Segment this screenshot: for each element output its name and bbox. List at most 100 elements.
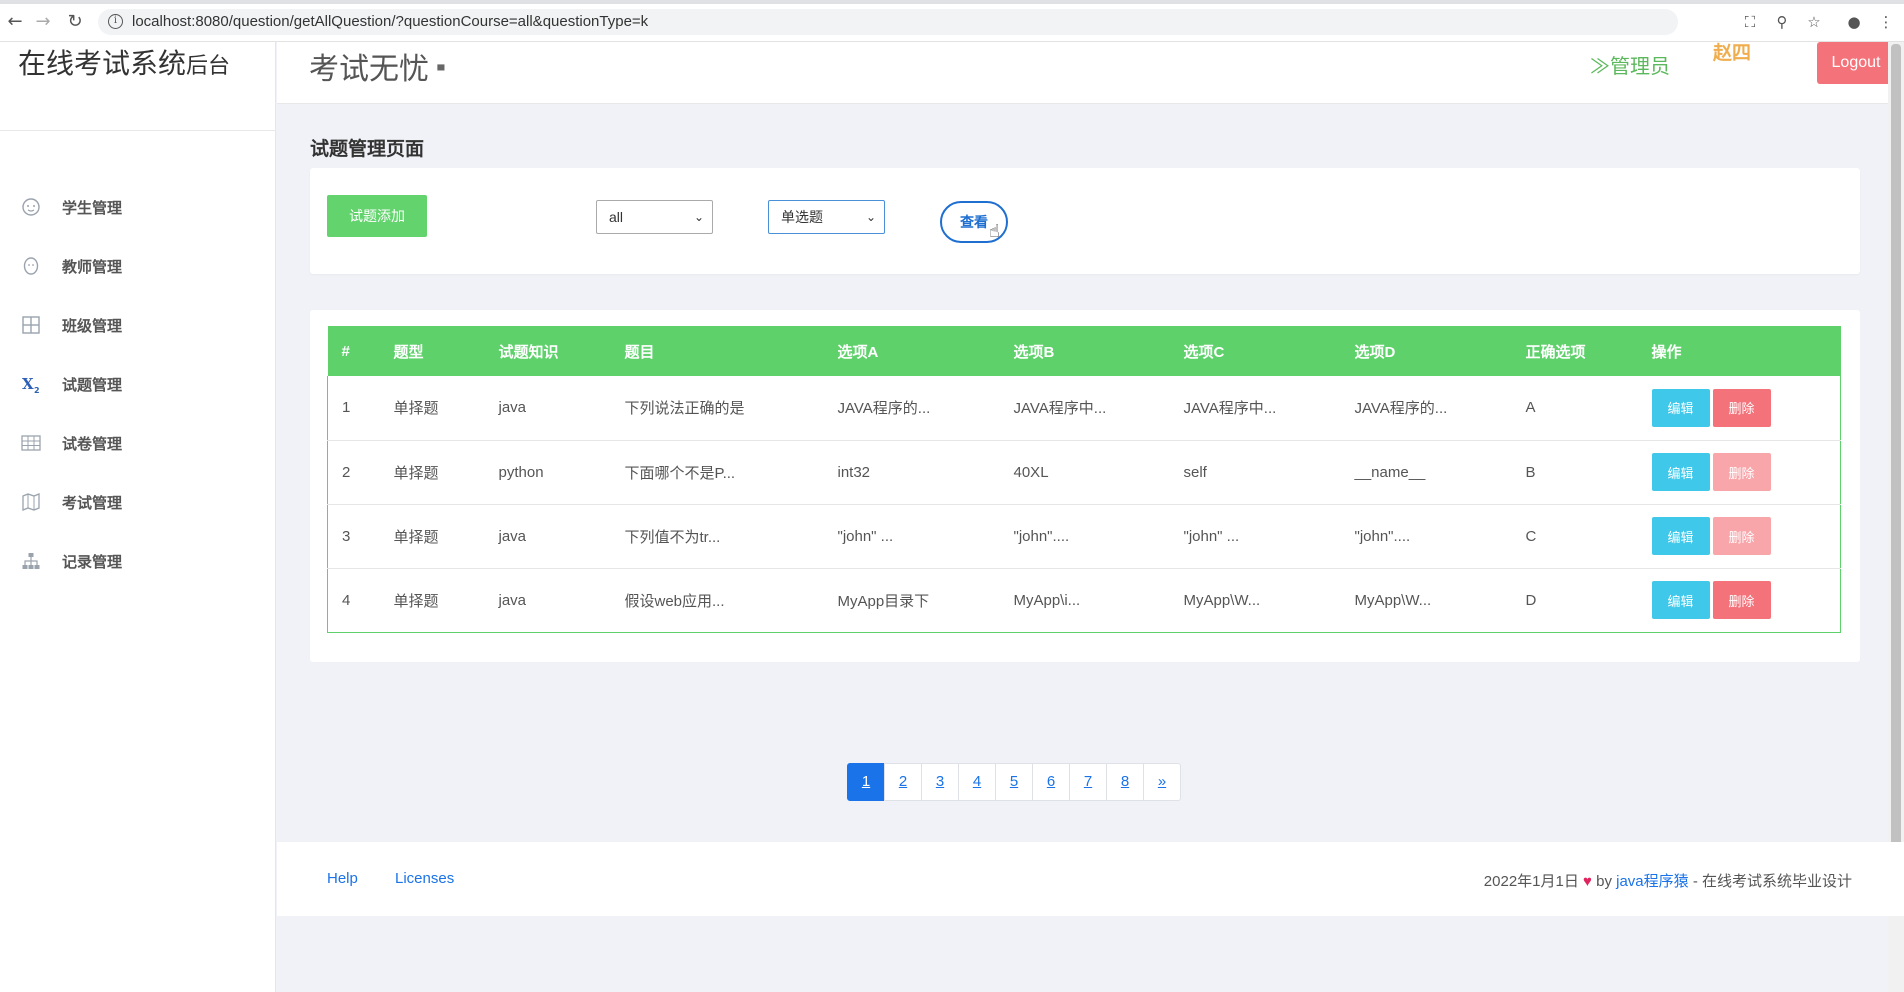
table-header-row: # 题型 试题知识 题目 选项A 选项B 选项C 选项D 正确选项 操作 (327, 326, 1841, 376)
add-question-button[interactable]: 试题添加 (327, 195, 427, 237)
sidebar-item-students[interactable]: 学生管理 (0, 187, 276, 227)
column-header: 选项D (1354, 343, 1396, 361)
page-link-6[interactable]: 6 (1032, 763, 1070, 801)
table-row: 1 单择题 java 下列说法正确的是 JAVA程序的... JAVA程序中..… (327, 376, 1841, 440)
column-header: 正确选项 (1525, 343, 1586, 361)
sidebar-item-exams[interactable]: 考试管理 (0, 482, 276, 522)
sidebar-item-records[interactable]: 记录管理 (0, 541, 276, 581)
edit-button[interactable]: 编辑 (1651, 517, 1710, 555)
cell-option-c: "john" ... (1183, 527, 1240, 545)
translate-icon[interactable]: ⛶ (1740, 12, 1760, 32)
cell-answer: C (1525, 527, 1537, 545)
cell-answer: D (1525, 591, 1537, 609)
cell-actions: 编辑 删除 (1638, 376, 1841, 440)
site-title: 考试无忧 ▀ (309, 53, 445, 86)
edit-button[interactable]: 编辑 (1651, 453, 1710, 491)
sidebar-item-papers[interactable]: 试卷管理 (0, 423, 276, 463)
browser-toolbar: ← → ↻ i localhost:8080/question/getAllQu… (0, 0, 1904, 42)
column-header: 选项A (837, 343, 879, 361)
bookmark-star-icon[interactable]: ☆ (1804, 12, 1824, 32)
admin-link[interactable]: ≫管理员 (1590, 50, 1670, 79)
menu-kebab-icon[interactable]: ⋮ (1876, 12, 1896, 32)
edit-button[interactable]: 编辑 (1651, 581, 1710, 619)
sidebar-item-classes[interactable]: 班级管理 (0, 305, 276, 345)
column-header: 题目 (624, 343, 655, 361)
back-icon[interactable]: ← (4, 11, 26, 33)
page-link-1[interactable]: 1 (847, 763, 885, 801)
delete-button[interactable]: 删除 (1712, 388, 1771, 427)
column-header: 选项B (1013, 343, 1055, 361)
delete-button[interactable]: 删除 (1712, 581, 1771, 619)
licenses-link[interactable]: Licenses (395, 870, 454, 887)
cell-option-d: JAVA程序的... (1354, 400, 1448, 418)
cell-type: 单择题 (393, 464, 439, 482)
cell-option-a: "john" ... (837, 527, 894, 545)
address-bar[interactable]: i localhost:8080/question/getAllQuestion… (98, 9, 1678, 35)
page-link-8[interactable]: 8 (1106, 763, 1144, 801)
svg-text:X: X (22, 375, 34, 393)
delete-button[interactable]: 删除 (1712, 517, 1771, 555)
admin-arrow-icon: ≫ (1590, 56, 1610, 78)
cell-question: 下列值不为tr... (624, 528, 721, 546)
cell-actions: 编辑 删除 (1638, 568, 1841, 632)
sidebar: 在线考试系统后台 学生管理 教师管理 班级管理 X2 试题管理 试卷管理 考试管… (0, 42, 276, 992)
tab-strip (0, 0, 1904, 4)
help-link[interactable]: Help (327, 870, 358, 887)
column-header: 操作 (1651, 343, 1682, 361)
footer-credits: 2022年1月1日 ♥ by java程序猿 - 在线考试系统毕业设计 (1483, 873, 1852, 890)
question-table: # 题型 试题知识 题目 选项A 选项B 选项C 选项D 正确选项 操作 1 单… (327, 326, 1841, 633)
sidebar-item-questions[interactable]: X2 试题管理 (0, 364, 276, 404)
cell-option-a: MyApp目录下 (837, 592, 930, 610)
cell-question: 下面哪个不是P... (624, 464, 736, 482)
question-table-panel: # 题型 试题知识 题目 选项A 选项B 选项C 选项D 正确选项 操作 1 单… (310, 310, 1860, 662)
sidebar-item-label: 教师管理 (62, 258, 123, 276)
heart-icon: ♥ (1583, 873, 1592, 890)
reload-icon[interactable]: ↻ (64, 11, 86, 33)
cell-topic: java (498, 399, 527, 417)
table-row: 4 单择题 java 假设web应用... MyApp目录下 MyApp\i..… (327, 568, 1841, 632)
logout-button[interactable]: Logout (1817, 42, 1895, 84)
sidebar-divider (0, 130, 276, 131)
delete-button[interactable]: 删除 (1712, 453, 1771, 491)
cell-type: 单择题 (393, 528, 439, 546)
profile-icon[interactable]: ● (1844, 12, 1864, 32)
column-header: 选项C (1183, 343, 1225, 361)
cell-option-b: 40XL (1013, 463, 1049, 481)
page-link-7[interactable]: 7 (1069, 763, 1107, 801)
forward-icon[interactable]: → (32, 11, 54, 33)
flag-icon: ▀ (437, 65, 445, 77)
page-title: 试题管理页面 (310, 139, 425, 160)
cell-actions: 编辑 删除 (1638, 504, 1841, 568)
brand-title[interactable]: 在线考试系统后台 (18, 42, 230, 82)
scrollbar-thumb[interactable] (1891, 44, 1901, 904)
course-select[interactable]: all ⌄ (596, 200, 713, 234)
url-text[interactable]: localhost:8080/question/getAllQuestion/?… (132, 13, 648, 30)
author-link[interactable]: java程序猿 (1616, 873, 1689, 890)
zoom-icon[interactable]: ⚲ (1772, 12, 1792, 32)
page-link-2[interactable]: 2 (884, 763, 922, 801)
cell-question: 下列说法正确的是 (624, 400, 745, 418)
hand-cursor-icon: ☝ (989, 221, 1000, 242)
footer: Help Licenses 2022年1月1日 ♥ by java程序猿 - 在… (277, 842, 1904, 916)
column-header: # (341, 342, 350, 360)
cell-option-d: MyApp\W... (1354, 591, 1432, 609)
chevron-down-icon: ⌄ (865, 210, 876, 224)
cell-option-b: "john".... (1013, 527, 1070, 545)
question-type-select[interactable]: 单选题 ⌄ (768, 200, 885, 234)
page-link-3[interactable]: 3 (921, 763, 959, 801)
cell-option-a: JAVA程序的... (837, 400, 931, 418)
cell-question: 假设web应用... (624, 592, 725, 610)
chevron-down-icon: ⌄ (693, 210, 704, 224)
pagination: 1 2 3 4 5 6 7 8 » (847, 763, 1181, 801)
page-link-5[interactable]: 5 (995, 763, 1033, 801)
table-row: 2 单择题 python 下面哪个不是P... int32 40XL self … (327, 440, 1841, 504)
sidebar-item-teachers[interactable]: 教师管理 (0, 246, 276, 286)
cell-type: 单择题 (393, 592, 439, 610)
cell-topic: java (498, 591, 527, 609)
page-link-next[interactable]: » (1143, 763, 1181, 801)
page-link-4[interactable]: 4 (958, 763, 996, 801)
edit-button[interactable]: 编辑 (1651, 388, 1710, 427)
cell-id: 1 (342, 399, 351, 417)
info-icon[interactable]: i (108, 14, 123, 29)
table-icon (20, 432, 42, 454)
